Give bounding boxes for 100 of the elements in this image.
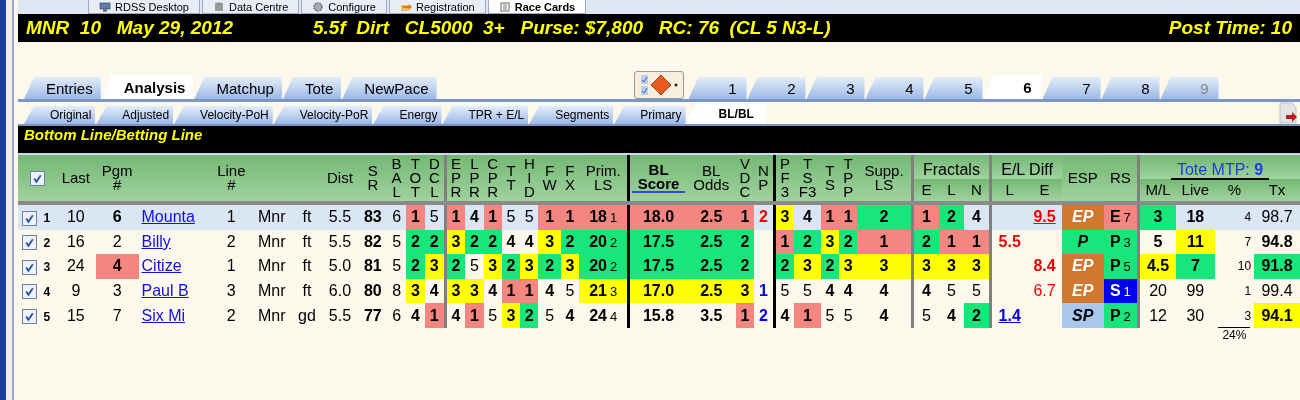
table-cell: 18 xyxy=(1176,205,1215,230)
race-tab[interactable]: 4 xyxy=(865,77,924,99)
view-tab[interactable]: Entries xyxy=(24,77,101,99)
horse-name-link[interactable]: Paul B xyxy=(141,282,189,300)
column-header[interactable]: P F 3 xyxy=(774,155,795,201)
table-cell: 4 xyxy=(520,229,539,255)
column-header[interactable]: M/L xyxy=(1138,179,1176,201)
column-header[interactable]: Line # xyxy=(211,155,252,201)
row-checkbox[interactable] xyxy=(22,284,37,300)
row-checkbox[interactable] xyxy=(22,210,37,226)
race-tab[interactable]: 7 xyxy=(1042,77,1101,99)
table-cell: 2 xyxy=(754,303,775,328)
table-cell: 98.7 xyxy=(1254,205,1300,230)
column-header[interactable]: Prim. LS xyxy=(579,155,629,201)
race-tab[interactable]: 3 xyxy=(806,77,865,99)
race-tab[interactable]: 1 xyxy=(688,77,747,99)
column-header[interactable]: B A L xyxy=(387,155,406,201)
table-cell: 1 xyxy=(501,278,521,304)
horse-name-link[interactable]: Citize xyxy=(141,257,182,275)
sub-tab[interactable]: TPR + E/L xyxy=(442,106,529,124)
row-checkbox[interactable] xyxy=(22,259,37,275)
column-header[interactable]: T P P xyxy=(839,155,858,201)
table-cell: 5.5 xyxy=(990,229,1028,255)
column-header[interactable]: Dist xyxy=(321,155,359,201)
sub-tab[interactable]: Adjusted xyxy=(96,106,174,124)
table-cell: 18 1 xyxy=(579,205,629,230)
column-header[interactable]: E P R xyxy=(445,155,466,201)
table-cell: 5 xyxy=(501,205,521,230)
column-header[interactable]: E xyxy=(1027,179,1062,201)
table-cell: 2 xyxy=(538,254,561,279)
column-header[interactable]: T S F3 xyxy=(794,155,821,201)
sub-tab[interactable]: Velocity-PoH xyxy=(174,106,273,124)
sub-tab[interactable]: Velocity-PoR xyxy=(273,106,373,124)
horse-name-link[interactable]: Six Mi xyxy=(141,306,186,324)
table-row[interactable]: 5 15 7 Six Mi 2 Mnr gd 5.5 77 6 4 1 4 1 5 3 2 5 4 24 4 15.8 3.5 1 2 4 1 5 5 4 5 4 2 1.4 SP P 2 12 30 3 94.1 xyxy=(18,303,1300,328)
sub-tab[interactable]: Segments xyxy=(529,106,614,124)
table-cell-text: gd xyxy=(297,305,317,326)
table-cell: 3 xyxy=(445,229,466,255)
table-cell: 5 xyxy=(939,278,964,304)
row-checkbox[interactable] xyxy=(22,235,37,251)
app-tab[interactable]: Race Cards xyxy=(487,0,587,14)
column-header[interactable]: BL Score xyxy=(628,155,687,201)
column-header[interactable]: T O T xyxy=(405,155,425,201)
race-tab[interactable]: 6 xyxy=(983,75,1042,99)
table-cell: 2.5 xyxy=(686,205,736,230)
app-tab[interactable]: RDSS Desktop xyxy=(88,0,200,14)
column-header[interactable]: Last xyxy=(56,155,96,201)
column-header[interactable]: BL Odds xyxy=(686,155,736,201)
view-tab[interactable]: Matchup xyxy=(194,77,282,99)
table-row[interactable]: 1 10 6 Mounta 1 Mnr ft 5.5 83 6 1 5 1 4 1 5 5 1 1 18 1 18.0 2.5 1 2 3 4 1 1 2 1 2 4 9.5 EP E 7 3 18 4 98.7 xyxy=(18,205,1300,230)
horse-name-link[interactable]: Billy xyxy=(141,232,171,250)
race-tab[interactable]: 5 xyxy=(924,77,983,99)
table-row[interactable]: 3 24 4 Citize 1 Mnr ft 5.0 81 5 2 3 2 5 3 2 3 2 3 20 2 17.5 2.5 2 2 3 2 3 3 3 3 3 8.4 EP P 5 4.5 7 10 91.8 xyxy=(18,254,1300,279)
sub-tab[interactable]: BL/BL xyxy=(686,104,766,124)
column-header[interactable]: H I D xyxy=(520,155,539,201)
export-icon[interactable] xyxy=(1278,102,1298,124)
view-tab[interactable]: Tote xyxy=(282,77,342,99)
sub-tab[interactable]: Original xyxy=(24,106,96,124)
row-checkbox[interactable] xyxy=(22,308,37,324)
app-tab[interactable]: Configure xyxy=(301,0,387,14)
section-title: Bottom Line/Betting Line xyxy=(24,126,203,143)
sub-tab[interactable]: Energy xyxy=(373,106,442,124)
column-header[interactable]: Tx xyxy=(1254,179,1300,201)
column-header[interactable]: L xyxy=(939,179,964,201)
view-tab[interactable]: NewPace xyxy=(342,77,437,99)
race-tab[interactable]: 8 xyxy=(1101,77,1160,99)
filter-tool-button[interactable] xyxy=(633,71,684,99)
value-link[interactable]: 9.5 xyxy=(1027,205,1062,230)
column-header[interactable]: E xyxy=(912,179,940,201)
post-time: Post Time: 10 xyxy=(1168,17,1292,39)
app-tab[interactable]: Data Centre xyxy=(202,0,300,14)
table-cell: 1 xyxy=(520,278,539,304)
column-header[interactable]: N P xyxy=(754,155,775,201)
table-cell: 5 xyxy=(820,303,840,328)
table-cell: 24 4 xyxy=(579,303,629,328)
table-cell: 1 xyxy=(483,205,502,230)
value-link[interactable]: 1.4 xyxy=(990,303,1028,328)
table-cell: 99.4 xyxy=(1254,278,1300,304)
race-tab[interactable]: 2 xyxy=(747,77,806,99)
table-cell: 2 xyxy=(95,229,139,255)
column-header[interactable]: L xyxy=(990,179,1028,201)
sub-tab[interactable]: Primary xyxy=(614,106,686,124)
column-header[interactable]: D C L xyxy=(425,155,446,201)
column-header[interactable]: Pgm # xyxy=(95,155,139,201)
column-header[interactable]: Supp. LS xyxy=(857,155,913,201)
column-header[interactable]: L P R xyxy=(465,155,484,201)
select-all-checkbox[interactable] xyxy=(29,170,45,186)
column-header[interactable]: S R xyxy=(358,155,388,201)
table-cell: 5 xyxy=(483,303,502,328)
table-row[interactable]: 4 9 3 Paul B 3 Mnr ft 6.0 80 8 3 4 3 3 4 1 1 4 5 21 3 17.0 2.5 3 1 5 5 4 4 4 4 5 5 6.7 EP S 1 20 99 1 99.4 xyxy=(18,278,1300,304)
column-header[interactable]: Live xyxy=(1176,179,1215,201)
database-icon xyxy=(213,1,225,12)
column-header[interactable]: F W xyxy=(538,155,561,201)
table-cell: 2 xyxy=(794,229,821,255)
app-tab[interactable]: Registration xyxy=(389,0,486,14)
view-tab[interactable]: Analysis xyxy=(101,75,194,99)
row-number: 5 xyxy=(43,309,51,324)
horse-name-link[interactable]: Mounta xyxy=(141,208,195,226)
column-header[interactable]: ESP xyxy=(1061,155,1104,201)
table-cell: EP xyxy=(1061,205,1104,230)
